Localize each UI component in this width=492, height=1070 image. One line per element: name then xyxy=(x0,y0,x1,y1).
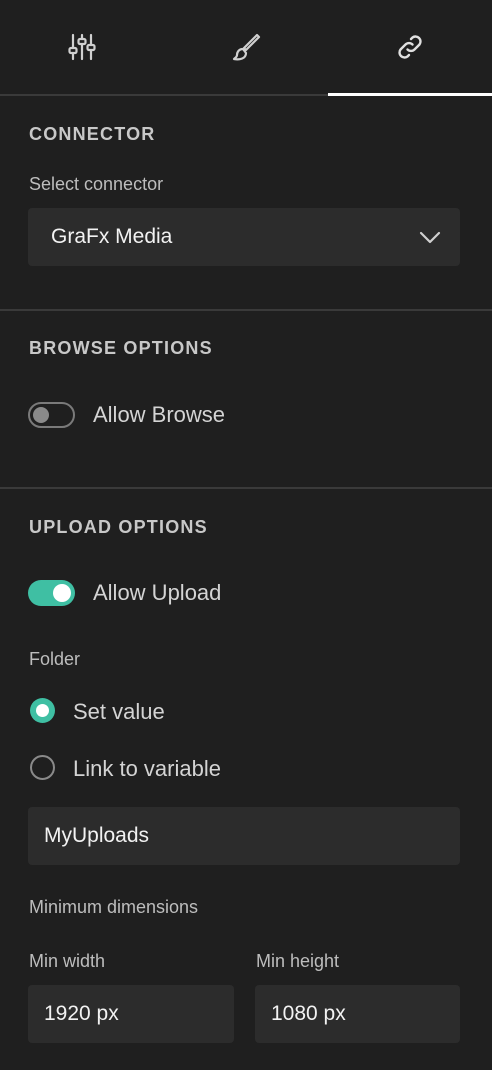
connector-select[interactable]: GraFx Media xyxy=(28,208,460,266)
toggle-knob xyxy=(53,584,71,602)
radio-link-variable[interactable] xyxy=(30,755,55,780)
tab-properties[interactable] xyxy=(0,0,164,94)
min-width-input[interactable]: 1920 px xyxy=(28,985,234,1043)
tab-bar xyxy=(0,0,492,96)
connector-section-title: CONNECTOR xyxy=(29,124,156,144)
chevron-down-icon xyxy=(419,231,441,244)
toggle-knob xyxy=(33,407,49,423)
allow-upload-toggle[interactable] xyxy=(28,580,75,606)
connector-select-value: GraFx Media xyxy=(51,225,173,248)
section-divider xyxy=(0,309,492,311)
brush-icon xyxy=(232,33,261,61)
allow-browse-label: Allow Browse xyxy=(93,402,226,427)
select-connector-label: Select connector xyxy=(29,174,164,194)
sliders-icon xyxy=(68,33,96,61)
min-dimensions-label: Minimum dimensions xyxy=(29,897,199,917)
allow-browse-toggle[interactable] xyxy=(28,402,75,428)
min-width-label: Min width xyxy=(29,951,106,971)
radio-set-value-label: Set value xyxy=(73,699,165,724)
min-height-label: Min height xyxy=(256,951,340,971)
upload-section-title: UPLOAD OPTIONS xyxy=(29,517,208,537)
section-divider xyxy=(0,487,492,489)
allow-upload-label: Allow Upload xyxy=(93,580,222,605)
radio-dot xyxy=(36,704,49,717)
min-height-input[interactable]: 1080 px xyxy=(255,985,460,1043)
tab-connector[interactable] xyxy=(328,0,492,96)
folder-input[interactable]: MyUploads xyxy=(28,807,460,865)
radio-set-value[interactable] xyxy=(30,698,55,723)
browse-section-title: BROWSE OPTIONS xyxy=(29,338,213,358)
radio-link-variable-label: Link to variable xyxy=(73,756,221,781)
folder-label: Folder xyxy=(29,649,81,669)
link-icon xyxy=(398,35,422,59)
tab-style[interactable] xyxy=(164,0,328,94)
